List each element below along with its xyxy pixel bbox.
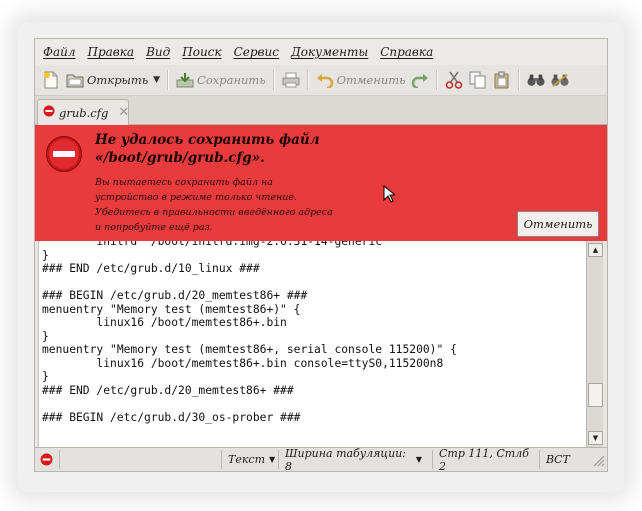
copy-button[interactable] — [466, 67, 490, 93]
mouse-pointer-icon — [383, 184, 397, 207]
paste-button[interactable] — [490, 67, 514, 93]
vertical-scrollbar[interactable]: ▲ ▼ — [586, 241, 603, 447]
gedit-window: Файл Правка Вид Поиск Сервис Документы С… — [34, 38, 608, 472]
menu-tools[interactable]: Сервис — [228, 45, 285, 59]
binoculars-icon — [527, 71, 545, 89]
error-message: Вы пытаетесь сохранить файл на устройств… — [95, 177, 333, 233]
new-document-icon — [42, 71, 60, 89]
toolbar: Открыть ▼ Сохранить Отменить — [35, 65, 607, 96]
open-button[interactable]: Открыть ▼ — [63, 67, 163, 93]
undo-icon — [316, 71, 334, 89]
menu-edit[interactable]: Правка — [81, 45, 140, 59]
toolbar-separator — [272, 70, 275, 90]
toolbar-separator — [167, 70, 170, 90]
tab-bar: grub.cfg ✕ — [35, 96, 607, 125]
replace-button[interactable] — [548, 67, 572, 93]
menu-documents[interactable]: Документы — [285, 45, 374, 59]
insert-mode: ВСТ — [539, 450, 586, 469]
find-button[interactable] — [524, 67, 548, 93]
menu-view[interactable]: Вид — [140, 45, 176, 59]
print-button[interactable] — [279, 67, 303, 93]
tab-grub-cfg[interactable]: grub.cfg ✕ — [37, 99, 129, 125]
code-content[interactable]: initrd /boot/initrd.img-2.6.31-14-generi… — [39, 241, 587, 424]
language-label: Текст — [228, 453, 266, 466]
error-title: Не удалось сохранить файл «/boot/grub/gr… — [95, 132, 320, 166]
find-replace-icon — [551, 71, 569, 89]
resize-grip-icon[interactable] — [591, 453, 605, 470]
scroll-down-icon[interactable]: ▼ — [588, 431, 603, 445]
clipboard-icon — [493, 71, 511, 89]
scissors-icon — [445, 71, 463, 89]
save-button[interactable]: Сохранить — [173, 67, 269, 93]
menu-file[interactable]: Файл — [35, 45, 81, 59]
new-button[interactable] — [39, 67, 63, 93]
chevron-down-icon[interactable]: ▼ — [153, 75, 160, 85]
open-label: Открыть — [87, 73, 149, 87]
error-stop-icon — [40, 453, 53, 469]
printer-icon — [282, 71, 300, 89]
toolbar-separator — [518, 70, 521, 90]
tab-width-label: Ширина табуляции: 8 — [285, 446, 406, 472]
error-infobar: Не удалось сохранить файл «/boot/grub/gr… — [35, 125, 607, 241]
scroll-up-icon[interactable]: ▲ — [588, 243, 603, 257]
status-message — [59, 450, 226, 469]
cut-button[interactable] — [442, 67, 466, 93]
cancel-button[interactable]: Отменить — [517, 211, 599, 237]
undo-button[interactable]: Отменить — [313, 67, 409, 93]
undo-label: Отменить — [336, 73, 406, 87]
tab-label: grub.cfg — [59, 105, 109, 120]
chevron-down-icon: ▼ — [415, 455, 422, 464]
error-stop-icon — [43, 105, 55, 120]
redo-icon — [411, 71, 429, 89]
chevron-down-icon: ▼ — [269, 455, 276, 464]
save-label: Сохранить — [197, 73, 266, 87]
menu-bar: Файл Правка Вид Поиск Сервис Документы С… — [35, 39, 607, 65]
cursor-position: Стр 111, Стлб 2 — [432, 447, 539, 471]
close-icon[interactable]: ✕ — [118, 105, 129, 120]
status-bar: Текст ▼ Ширина табуляции: 8 ▼ Стр 111, Стл… — [35, 447, 607, 471]
tab-width-selector[interactable]: Ширина табуляции: 8 ▼ — [278, 447, 422, 471]
dialog-error-icon — [45, 135, 83, 177]
menu-help[interactable]: Справка — [374, 45, 439, 59]
toolbar-separator — [306, 70, 309, 90]
save-icon — [176, 71, 194, 89]
language-selector[interactable]: Текст ▼ — [221, 450, 276, 469]
menu-search[interactable]: Поиск — [176, 45, 227, 59]
folder-icon — [66, 71, 84, 89]
redo-button[interactable] — [408, 67, 432, 93]
text-editor[interactable]: initrd /boot/initrd.img-2.6.31-14-generi… — [38, 241, 587, 447]
scroll-thumb[interactable] — [588, 383, 603, 407]
toolbar-separator — [436, 70, 439, 90]
copy-icon — [469, 71, 487, 89]
